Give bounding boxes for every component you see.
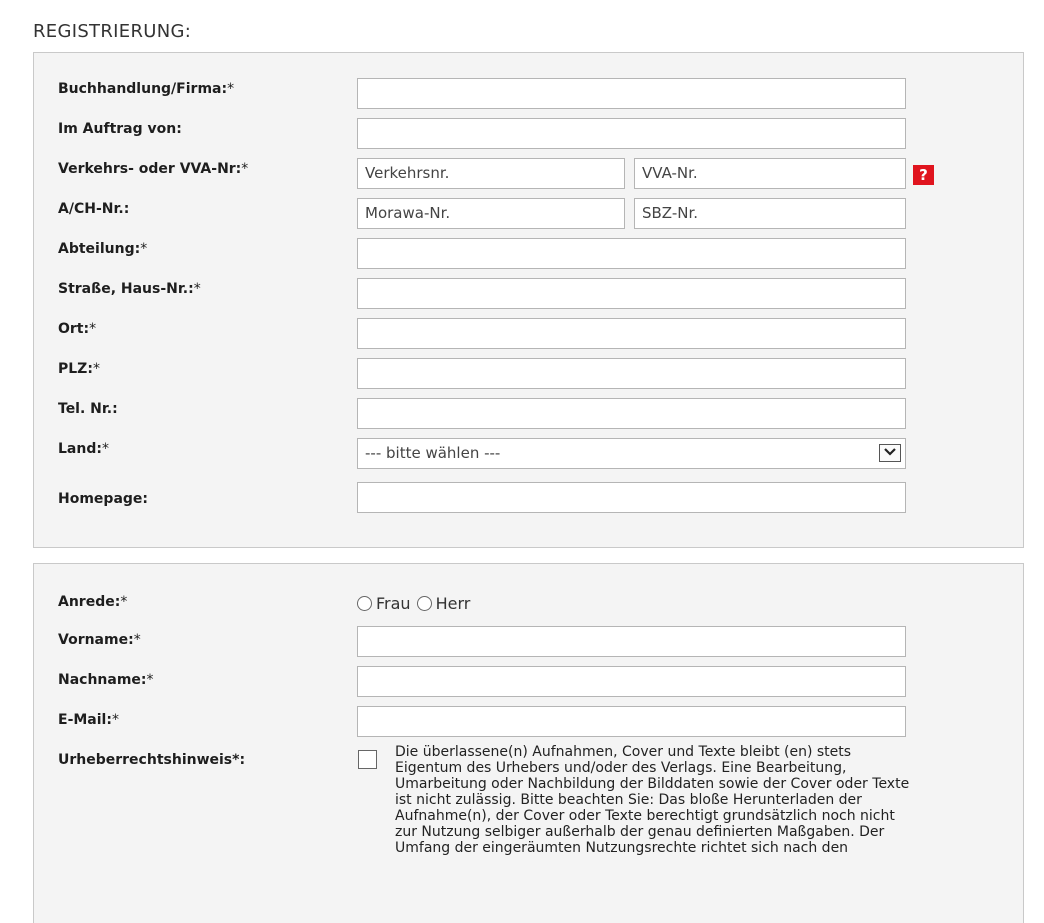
frau-radio[interactable] xyxy=(357,596,372,611)
tel-input[interactable] xyxy=(357,398,906,429)
ort-input[interactable] xyxy=(357,318,906,349)
nachname-input[interactable] xyxy=(357,666,906,697)
anrede-radio-group: Frau Herr xyxy=(357,594,476,613)
abteilung-label-text: Abteilung: xyxy=(58,241,141,257)
buchhandlung-label: Buchhandlung/Firma:* xyxy=(58,81,234,97)
ort-label: Ort:* xyxy=(58,321,96,337)
plz-label: PLZ:* xyxy=(58,361,100,377)
required-marker: * xyxy=(89,321,97,337)
nachname-label-text: Nachname: xyxy=(58,672,147,688)
required-marker: * xyxy=(92,361,100,377)
required-marker: * xyxy=(140,241,148,257)
urheber-checkbox[interactable] xyxy=(358,750,377,769)
morawa-input[interactable]: Morawa-Nr. xyxy=(357,198,625,229)
herr-label[interactable]: Herr xyxy=(436,594,471,613)
plz-label-text: PLZ: xyxy=(58,361,93,377)
strasse-label: Straße, Haus-Nr.:* xyxy=(58,281,201,297)
email-label: E-Mail:* xyxy=(58,712,119,728)
chevron-down-icon[interactable] xyxy=(879,444,901,462)
required-marker: * xyxy=(133,632,141,648)
email-label-text: E-Mail: xyxy=(58,712,112,728)
required-marker: * xyxy=(120,594,128,610)
homepage-label: Homepage: xyxy=(58,491,149,507)
tel-label: Tel. Nr.: xyxy=(58,401,118,417)
page-title: REGISTRIERUNG: xyxy=(33,21,192,42)
herr-radio[interactable] xyxy=(416,596,432,611)
land-select-value: --- bitte wählen --- xyxy=(365,444,501,462)
buchhandlung-label-text: Buchhandlung/Firma: xyxy=(58,81,228,97)
vorname-label-text: Vorname: xyxy=(58,632,134,648)
land-label: Land:* xyxy=(58,441,109,457)
anrede-label: Anrede:* xyxy=(58,594,127,610)
sbz-input[interactable]: SBZ-Nr. xyxy=(634,198,906,229)
buchhandlung-input[interactable] xyxy=(357,78,906,109)
land-select[interactable]: --- bitte wählen --- xyxy=(357,438,906,469)
urheber-notice-text: Die überlassene(n) Aufnahmen, Cover und … xyxy=(395,744,910,856)
nachname-label: Nachname:* xyxy=(58,672,154,688)
land-label-text: Land: xyxy=(58,441,102,457)
required-marker: * xyxy=(111,712,119,728)
strasse-input[interactable] xyxy=(357,278,906,309)
person-panel: Anrede:* Frau Herr Vorname:* Nachname:* … xyxy=(33,563,1024,923)
verkehrsnr-input[interactable]: Verkehrsnr. xyxy=(357,158,625,189)
abteilung-input[interactable] xyxy=(357,238,906,269)
strasse-label-text: Straße, Haus-Nr.: xyxy=(58,281,194,297)
verkehrs-label-text: Verkehrs- oder VVA-Nr: xyxy=(58,161,242,177)
auftrag-label: Im Auftrag von: xyxy=(58,121,182,137)
vorname-input[interactable] xyxy=(357,626,906,657)
verkehrs-label: Verkehrs- oder VVA-Nr:* xyxy=(58,161,248,177)
vva-input[interactable]: VVA-Nr. xyxy=(634,158,906,189)
urheber-label: Urheberrechtshinweis*: xyxy=(58,752,246,768)
vorname-label: Vorname:* xyxy=(58,632,141,648)
required-marker: * xyxy=(101,441,109,457)
plz-input[interactable] xyxy=(357,358,906,389)
company-panel: Buchhandlung/Firma:* Im Auftrag von: Ver… xyxy=(33,52,1024,548)
ort-label-text: Ort: xyxy=(58,321,90,337)
required-marker: * xyxy=(146,672,154,688)
frau-label[interactable]: Frau xyxy=(376,594,411,613)
required-marker: * xyxy=(193,281,201,297)
homepage-input[interactable] xyxy=(357,482,906,513)
auftrag-input[interactable] xyxy=(357,118,906,149)
ach-label: A/CH-Nr.: xyxy=(58,201,130,217)
help-icon[interactable]: ? xyxy=(913,165,934,185)
email-input[interactable] xyxy=(357,706,906,737)
required-marker: * xyxy=(241,161,249,177)
required-marker: * xyxy=(227,81,235,97)
abteilung-label: Abteilung:* xyxy=(58,241,147,257)
anrede-label-text: Anrede: xyxy=(58,594,121,610)
